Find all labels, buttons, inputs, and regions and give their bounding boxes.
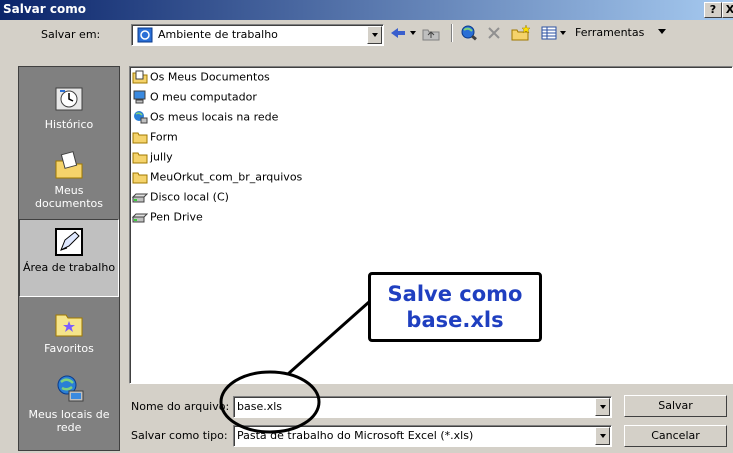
- callout-pointer-line: [287, 300, 370, 376]
- highlight-ellipse: [219, 370, 321, 434]
- callout-box: Salve como base.xls: [368, 272, 542, 342]
- callout-line-1: Salve como: [387, 282, 523, 306]
- annotation-overlay: [219, 300, 370, 434]
- save-as-dialog: Salvar como ? X Salvar em: Ambiente de t…: [0, 0, 733, 453]
- callout-line-2: base.xls: [406, 308, 504, 332]
